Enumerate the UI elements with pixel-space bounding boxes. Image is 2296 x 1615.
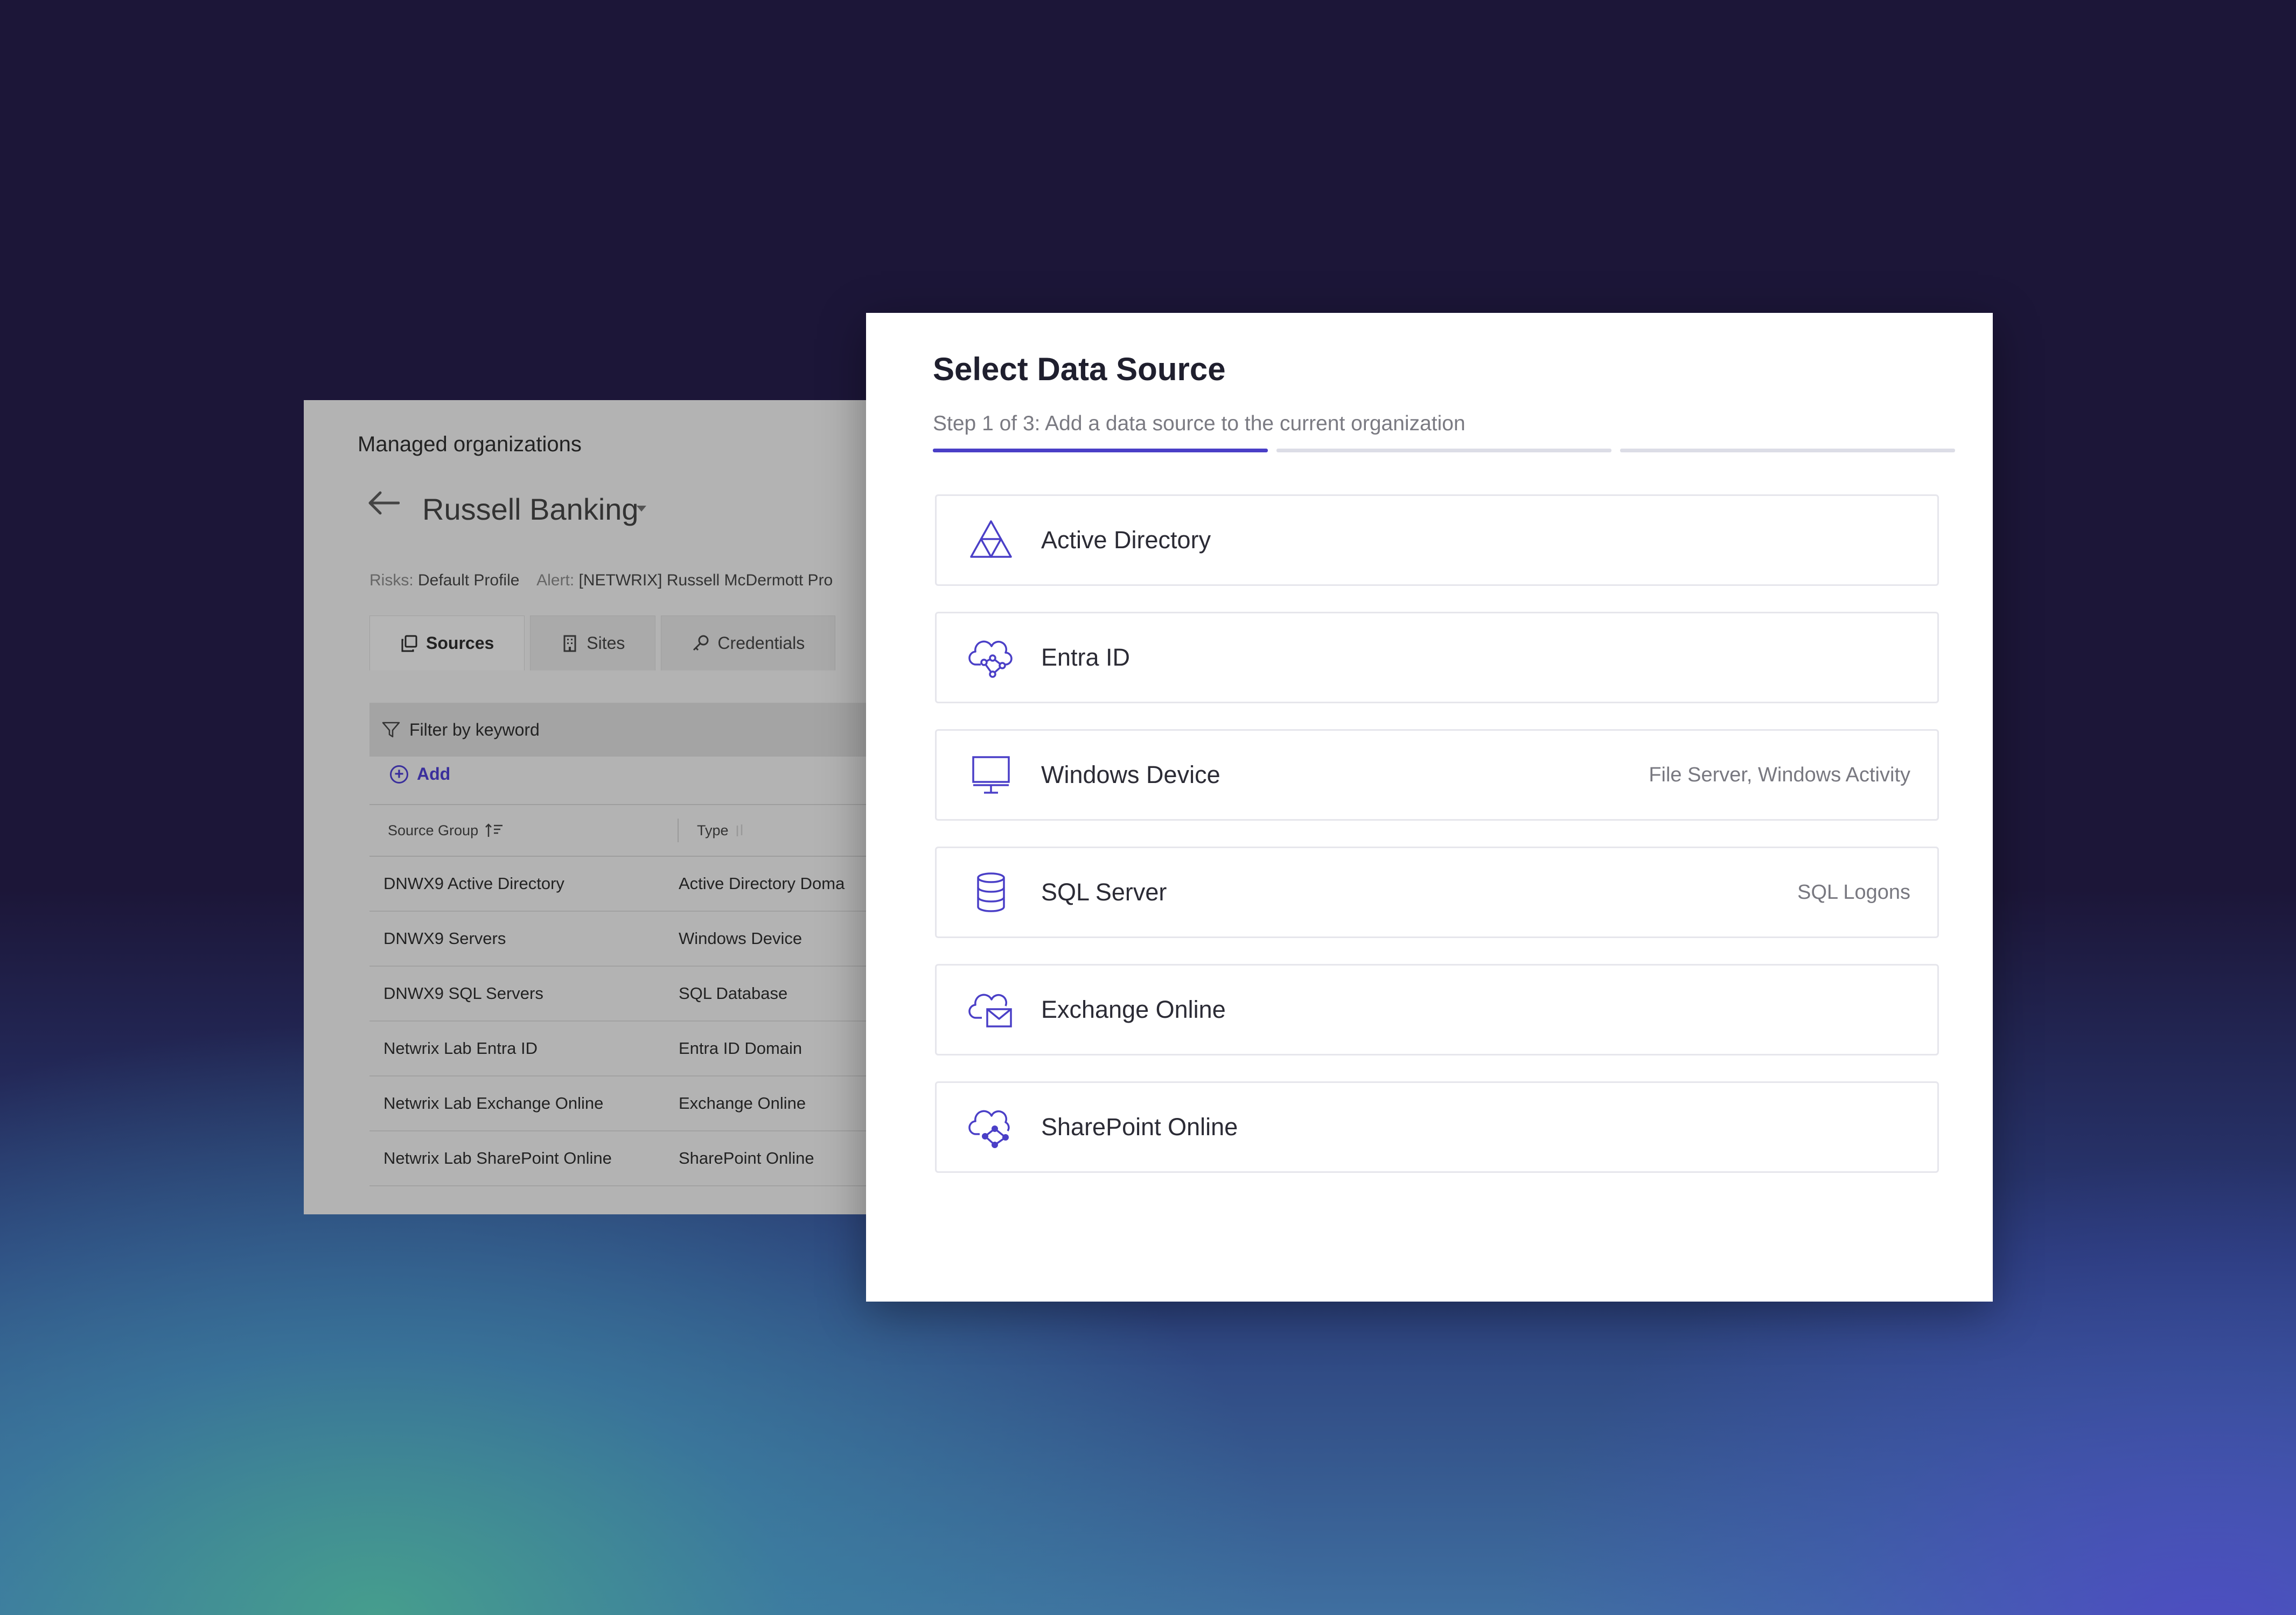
- tab-sites[interactable]: Sites: [530, 616, 656, 670]
- column-label: Type: [697, 822, 729, 838]
- cell-source-group: DNWX9 Servers: [383, 929, 506, 948]
- filter-icon: [382, 722, 400, 738]
- option-hint: File Server, Windows Activity: [1649, 763, 1910, 786]
- option-label: Entra ID: [1041, 644, 1130, 671]
- triangle-nodes-icon: [967, 516, 1015, 564]
- add-button[interactable]: + Add: [390, 764, 450, 784]
- cell-source-group: Netwrix Lab SharePoint Online: [383, 1149, 612, 1167]
- cell-type: Windows Device: [679, 929, 802, 948]
- alert-value: [NETWRIX] Russell McDermott Pro: [578, 571, 833, 589]
- org-title[interactable]: Russell Banking: [422, 492, 639, 527]
- table-row[interactable]: DNWX9 SQL Servers SQL Database: [369, 967, 939, 1022]
- add-label: Add: [417, 764, 451, 784]
- column-label: Source Group: [388, 822, 479, 838]
- step-subtitle: Step 1 of 3: Add a data source to the cu…: [933, 412, 1465, 435]
- key-icon: [693, 635, 709, 651]
- dialog-title: Select Data Source: [933, 351, 1226, 387]
- back-arrow-icon[interactable]: [367, 491, 400, 515]
- select-data-source-dialog: Select Data Source Step 1 of 3: Add a da…: [866, 313, 1993, 1302]
- tab-label: Sources: [426, 633, 494, 653]
- cell-type: SQL Database: [679, 984, 788, 1003]
- cell-type: Active Directory Doma: [679, 874, 845, 893]
- table-row[interactable]: DNWX9 Active Directory Active Directory …: [369, 857, 939, 912]
- plus-circle-icon: +: [390, 765, 408, 784]
- sort-icon[interactable]: [485, 822, 504, 838]
- progress-step-1: [933, 449, 1268, 452]
- table-row[interactable]: Netwrix Lab SharePoint Online SharePoint…: [369, 1131, 939, 1186]
- cell-type: Entra ID Domain: [679, 1039, 802, 1058]
- option-label: Active Directory: [1041, 526, 1211, 554]
- tab-label: Sites: [587, 633, 625, 653]
- option-windows-device[interactable]: Windows Device File Server, Windows Acti…: [935, 729, 1939, 821]
- option-label: Exchange Online: [1041, 996, 1226, 1023]
- option-hint: SQL Logons: [1797, 880, 1910, 904]
- sort-icon[interactable]: [734, 822, 745, 838]
- tab-credentials[interactable]: Credentials: [661, 616, 836, 670]
- column-header-source-group[interactable]: Source Group: [369, 819, 679, 842]
- step-progress: [933, 449, 1955, 452]
- building-icon: [563, 635, 576, 652]
- data-source-options: Active Directory Entra ID Windows Device…: [935, 494, 1939, 1199]
- option-sql-server[interactable]: SQL Server SQL Logons: [935, 847, 1939, 938]
- cell-source-group: Netwrix Lab Exchange Online: [383, 1094, 604, 1113]
- tab-label: Credentials: [717, 633, 805, 653]
- option-label: Windows Device: [1041, 761, 1220, 788]
- table-header: Source Group Type: [369, 804, 939, 857]
- option-exchange-online[interactable]: Exchange Online: [935, 964, 1939, 1055]
- risks-value: Default Profile: [418, 571, 520, 589]
- cloud-network-icon: [967, 633, 1015, 682]
- option-label: SharePoint Online: [1041, 1113, 1238, 1141]
- table-row[interactable]: DNWX9 Servers Windows Device: [369, 912, 939, 967]
- background-app-panel: Managed organizations Russell Banking Ri…: [304, 400, 939, 1214]
- chevron-down-icon[interactable]: [637, 506, 646, 512]
- sources-table: Source Group Type DNWX9 Active Directory…: [369, 804, 939, 1186]
- tab-bar: Sources Sites Credentials: [369, 616, 836, 670]
- option-label: SQL Server: [1041, 878, 1167, 906]
- cell-source-group: DNWX9 Active Directory: [383, 874, 564, 893]
- breadcrumb[interactable]: Managed organizations: [358, 432, 582, 457]
- option-active-directory[interactable]: Active Directory: [935, 494, 1939, 586]
- table-row[interactable]: Netwrix Lab Entra ID Entra ID Domain: [369, 1022, 939, 1076]
- cell-type: Exchange Online: [679, 1094, 806, 1113]
- cloud-share-icon: [967, 1103, 1015, 1151]
- cell-source-group: DNWX9 SQL Servers: [383, 984, 543, 1003]
- cell-type: SharePoint Online: [679, 1149, 814, 1167]
- progress-step-3: [1620, 449, 1955, 452]
- column-header-type[interactable]: Type: [679, 822, 745, 839]
- copy-icon: [401, 635, 417, 652]
- monitor-icon: [967, 751, 1015, 799]
- risks-key: Risks:: [369, 571, 414, 589]
- progress-step-2: [1276, 449, 1611, 452]
- org-meta: Risks: Default Profile Alert: [NETWRIX] …: [369, 571, 833, 590]
- option-entra-id[interactable]: Entra ID: [935, 612, 1939, 703]
- database-icon: [967, 868, 1015, 917]
- option-sharepoint-online[interactable]: SharePoint Online: [935, 1081, 1939, 1173]
- table-row[interactable]: Netwrix Lab Exchange Online Exchange Onl…: [369, 1076, 939, 1131]
- cloud-mail-icon: [967, 985, 1015, 1034]
- alert-key: Alert:: [536, 571, 575, 589]
- tab-sources[interactable]: Sources: [369, 616, 525, 670]
- filter-placeholder: Filter by keyword: [409, 719, 540, 739]
- filter-input[interactable]: Filter by keyword: [369, 703, 939, 757]
- cell-source-group: Netwrix Lab Entra ID: [383, 1039, 538, 1058]
